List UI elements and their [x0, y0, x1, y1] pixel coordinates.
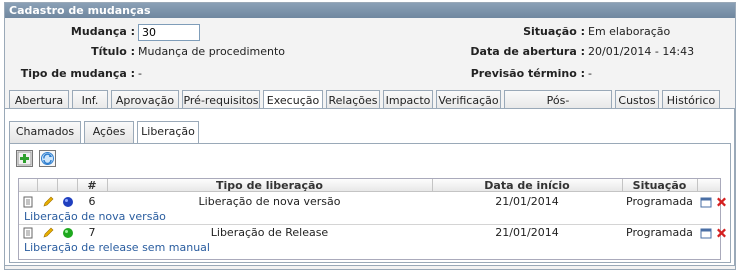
row-data: 21/01/2014	[495, 226, 559, 239]
add-button[interactable]	[16, 150, 33, 167]
titulo-label: Título :	[91, 45, 135, 58]
col-situacao-header: Situação	[632, 179, 687, 192]
execucao-tab-content: Chamados Ações Liberação # Tipo de liber…	[4, 108, 735, 266]
titulo-value: Mudança de procedimento	[138, 45, 286, 58]
mudanca-label: Mudança :	[70, 25, 135, 38]
refresh-button[interactable]	[39, 150, 56, 167]
previsao-value: -	[588, 67, 592, 80]
mudanca-input[interactable]	[138, 24, 200, 41]
table-row: 6 Liberação de nova versão 21/01/2014 Pr…	[19, 194, 726, 210]
add-icon	[17, 151, 32, 166]
col-tipo-header: Tipo de liberação	[216, 179, 323, 192]
data-abertura-label: Data de abertura :	[470, 45, 585, 58]
row-situacao: Programada	[626, 195, 693, 208]
tipo-mudanca-label: Tipo de mudança :	[20, 67, 135, 80]
refresh-icon	[41, 152, 54, 165]
status-green-ball-icon	[63, 228, 73, 238]
situacao-label: Situação :	[523, 25, 585, 38]
calendar-icon[interactable]	[700, 227, 712, 239]
liberacao-panel: # Tipo de liberação Data de início Situa…	[9, 143, 731, 263]
delete-icon[interactable]	[716, 196, 727, 208]
previsao-label: Previsão término :	[470, 67, 585, 80]
subtab-acoes[interactable]: Ações	[84, 121, 134, 143]
data-abertura-value: 20/01/2014 - 14:43	[588, 45, 695, 58]
row-tipo: Liberação de nova versão	[198, 195, 341, 208]
status-blue-ball-icon	[63, 197, 73, 207]
table-header: # Tipo de liberação Data de início Situa…	[19, 179, 720, 192]
row-num: 7	[88, 226, 96, 239]
table-row: 7 Liberação de Release 21/01/2014 Progra…	[19, 225, 726, 241]
panel-title: Cadastro de mudanças	[5, 3, 735, 18]
document-icon[interactable]	[22, 196, 34, 208]
situacao-value: Em elaboração	[588, 25, 671, 38]
row-situacao: Programada	[626, 226, 693, 239]
row-data: 21/01/2014	[495, 195, 559, 208]
calendar-icon[interactable]	[700, 196, 712, 208]
subtab-liberacao[interactable]: Liberação	[137, 121, 199, 144]
row-description-link[interactable]: Liberação de release sem manual	[24, 241, 210, 255]
edit-pencil-icon[interactable]	[42, 196, 54, 208]
tipo-mudanca-value: -	[138, 67, 142, 80]
row-tipo: Liberação de Release	[210, 226, 329, 239]
document-icon[interactable]	[22, 227, 34, 239]
row-num: 6	[88, 195, 96, 208]
row-description-link[interactable]: Liberação de nova versão	[24, 210, 166, 224]
edit-pencil-icon[interactable]	[42, 227, 54, 239]
delete-icon[interactable]	[716, 227, 727, 239]
liberacao-table: # Tipo de liberação Data de início Situa…	[18, 178, 726, 260]
col-num-header: #	[87, 179, 97, 192]
subtab-chamados[interactable]: Chamados	[9, 121, 81, 143]
col-data-header: Data de início	[484, 179, 570, 192]
